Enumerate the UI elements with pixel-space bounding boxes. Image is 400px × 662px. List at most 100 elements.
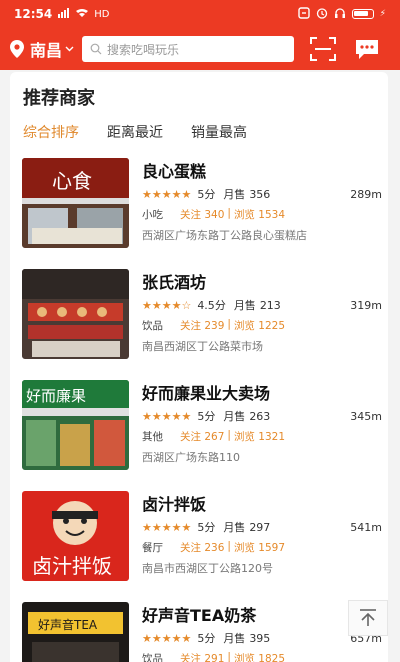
monthly-sales-label: 月售 (233, 299, 256, 312)
follow-count: 340 (204, 209, 225, 221)
follow-label: 关注 (180, 209, 201, 221)
score-unit: 分 (204, 632, 216, 645)
shop-item[interactable]: 好声音TEA 好声音TEA奶茶 ★★★★★ 5分 月售 395 657m 饮品 … (22, 602, 382, 662)
follow-label: 关注 (180, 431, 201, 443)
shop-name: 卤汁拌饭 (142, 495, 207, 514)
views-label: 浏览 (233, 209, 255, 221)
section-title: 推荐商家 (23, 88, 95, 109)
shop-address: 南昌市西湖区丁公路120号 (142, 562, 273, 575)
shop-photo: 好而廉果 (22, 380, 129, 470)
shop-distance: 289m (350, 187, 382, 201)
arrow-up-icon (360, 609, 376, 626)
views-count: 1321 (258, 431, 286, 443)
shop-photo: 卤汁拌饭 (22, 491, 129, 581)
shop-distance: 319m (350, 298, 382, 312)
separator: | (227, 429, 231, 441)
shop-category: 小吃 (142, 209, 163, 221)
shop-address: 西湖区广场东路丁公路良心蛋糕店 (142, 229, 307, 242)
score-unit: 分 (204, 521, 216, 534)
score-unit: 分 (214, 299, 226, 312)
shop-category: 饮品 (142, 320, 163, 332)
back-to-top-button[interactable] (348, 600, 388, 636)
shop-score: 4.5 (197, 299, 215, 312)
shop-sign-text: 卤汁拌饭 (32, 554, 112, 578)
follow-label: 关注 (180, 320, 201, 332)
message-icon[interactable] (354, 38, 380, 60)
shop-category: 饮品 (142, 653, 163, 662)
recommended-shops-panel: 推荐商家 综合排序 距离最近 销量最高 心食 良心蛋糕 ★★★★★ 5分 月售 … (10, 72, 388, 662)
search-icon (90, 43, 102, 55)
scan-icon[interactable] (310, 37, 337, 61)
views-label: 浏览 (233, 542, 255, 554)
charging-icon: ⚡ (379, 9, 386, 19)
rating-stars: ★★★★★ (142, 409, 192, 423)
shop-distance: 345m (350, 409, 382, 423)
sort-tabs: 综合排序 距离最近 销量最高 (23, 122, 247, 142)
chevron-down-icon[interactable] (65, 44, 74, 55)
shop-category: 其他 (142, 431, 163, 443)
monthly-sales-value: 297 (249, 520, 271, 534)
rating-stars: ★★★★☆ (142, 298, 192, 312)
tab-nearest[interactable]: 距离最近 (107, 122, 163, 142)
shop-photo: 心食 (22, 158, 129, 248)
follow-label: 关注 (180, 653, 201, 662)
shop-item[interactable]: 好而廉果 好而廉果业大卖场 ★★★★★ 5分 月售 263 345m 其他 关注… (22, 380, 382, 472)
monthly-sales-label: 月售 (223, 410, 246, 423)
views-label: 浏览 (233, 320, 255, 332)
headphone-icon (334, 7, 346, 22)
separator: | (227, 651, 231, 662)
shop-name: 张氏酒坊 (142, 273, 207, 292)
views-count: 1597 (258, 542, 286, 554)
monthly-sales-value: 395 (249, 631, 271, 645)
network-label: HD (94, 8, 110, 20)
shop-item[interactable]: 张氏酒坊 ★★★★☆ 4.5分 月售 213 319m 饮品 关注 239 | … (22, 269, 382, 361)
score-unit: 分 (204, 188, 216, 201)
follow-count: 239 (204, 320, 225, 332)
tab-top-sales[interactable]: 销量最高 (191, 122, 247, 142)
shop-item[interactable]: 心食 良心蛋糕 ★★★★★ 5分 月售 356 289m 小吃 关注 340 |… (22, 158, 382, 250)
monthly-sales-label: 月售 (223, 632, 246, 645)
rating-stars: ★★★★★ (142, 187, 192, 201)
search-input[interactable]: 搜索吃喝玩乐 (82, 36, 295, 62)
views-label: 浏览 (233, 431, 255, 443)
notification-icon (297, 6, 310, 22)
shop-sign-text: 好而廉果 (26, 387, 86, 405)
search-placeholder: 搜索吃喝玩乐 (107, 42, 180, 57)
battery-icon (351, 9, 374, 19)
follow-count: 236 (204, 542, 225, 554)
separator: | (227, 318, 231, 330)
monthly-sales-value: 213 (259, 298, 281, 312)
signal-icon (58, 7, 92, 21)
location-pin-icon (10, 40, 24, 58)
shop-sign-text: 心食 (52, 169, 92, 193)
rating-stars: ★★★★★ (142, 631, 192, 645)
monthly-sales-label: 月售 (223, 521, 246, 534)
city-selector[interactable]: 南昌 (30, 37, 62, 61)
separator: | (227, 207, 231, 219)
monthly-sales-label: 月售 (223, 188, 246, 201)
follow-label: 关注 (180, 542, 201, 554)
follow-count: 291 (204, 653, 225, 662)
views-label: 浏览 (233, 653, 255, 662)
follow-count: 267 (204, 431, 225, 443)
shop-name: 良心蛋糕 (142, 162, 207, 181)
views-count: 1825 (258, 653, 286, 662)
tab-comprehensive[interactable]: 综合排序 (23, 122, 79, 142)
monthly-sales-value: 356 (249, 187, 271, 201)
shop-photo (22, 269, 129, 359)
shop-address: 西湖区广场东路110 (142, 451, 240, 464)
shop-name: 好声音TEA奶茶 (142, 606, 257, 625)
shop-photo: 好声音TEA (22, 602, 129, 662)
rating-stars: ★★★★★ (142, 520, 192, 534)
status-time: 12:54 (14, 7, 53, 21)
shop-sign-text: 好声音TEA (38, 617, 98, 632)
views-count: 1534 (258, 209, 286, 221)
score-unit: 分 (204, 410, 216, 423)
shop-name: 好而廉果业大卖场 (142, 384, 271, 403)
views-count: 1225 (258, 320, 286, 332)
monthly-sales-value: 263 (249, 409, 271, 423)
shop-category: 餐厅 (142, 542, 163, 554)
shop-address: 南昌西湖区丁公路菜市场 (142, 340, 263, 353)
top-bar: 南昌 搜索吃喝玩乐 (0, 28, 400, 70)
shop-item[interactable]: 卤汁拌饭 卤汁拌饭 ★★★★★ 5分 月售 297 541m 餐厅 关注 236… (22, 491, 382, 583)
